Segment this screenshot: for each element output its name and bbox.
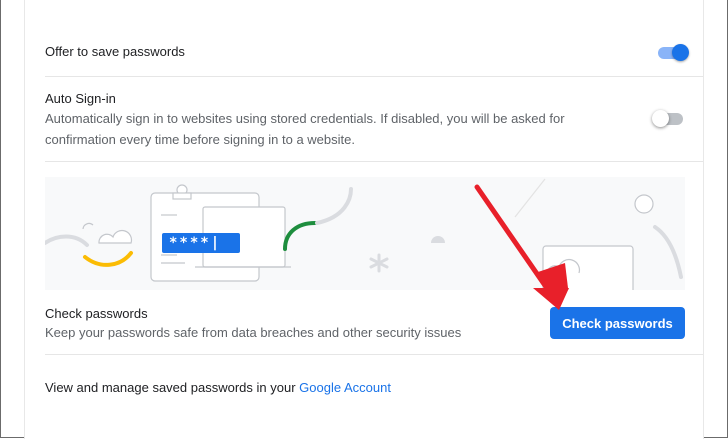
password-mask-text: ****| [169,235,222,251]
toggle-knob [652,110,669,127]
illustration-art [45,178,683,290]
annotation-arrow-tip [533,288,569,310]
check-passwords-title: Check passwords [45,306,148,321]
auto-signin-toggle[interactable] [652,110,686,127]
password-field-graphic: ****| [162,233,240,253]
auto-signin-title: Auto Sign-in [45,91,116,106]
google-account-link[interactable]: Google Account [299,380,391,395]
settings-panel: Offer to save passwords Auto Sign-in Aut… [24,0,704,439]
footer-text: View and manage saved passwords in your [45,380,300,395]
check-passwords-illustration: ****| [45,177,685,290]
footer-row: View and manage saved passwords in your … [45,380,391,395]
offer-save-passwords-toggle[interactable] [655,44,689,61]
check-passwords-description: Keep your passwords safe from data breac… [45,325,462,340]
offer-save-passwords-label: Offer to save passwords [45,44,185,59]
offer-save-passwords-row: Offer to save passwords [45,27,703,77]
auto-signin-description: Automatically sign in to websites using … [45,111,565,147]
auto-signin-row: Auto Sign-in Automatically sign in to we… [45,77,703,162]
toggle-knob [672,44,689,61]
